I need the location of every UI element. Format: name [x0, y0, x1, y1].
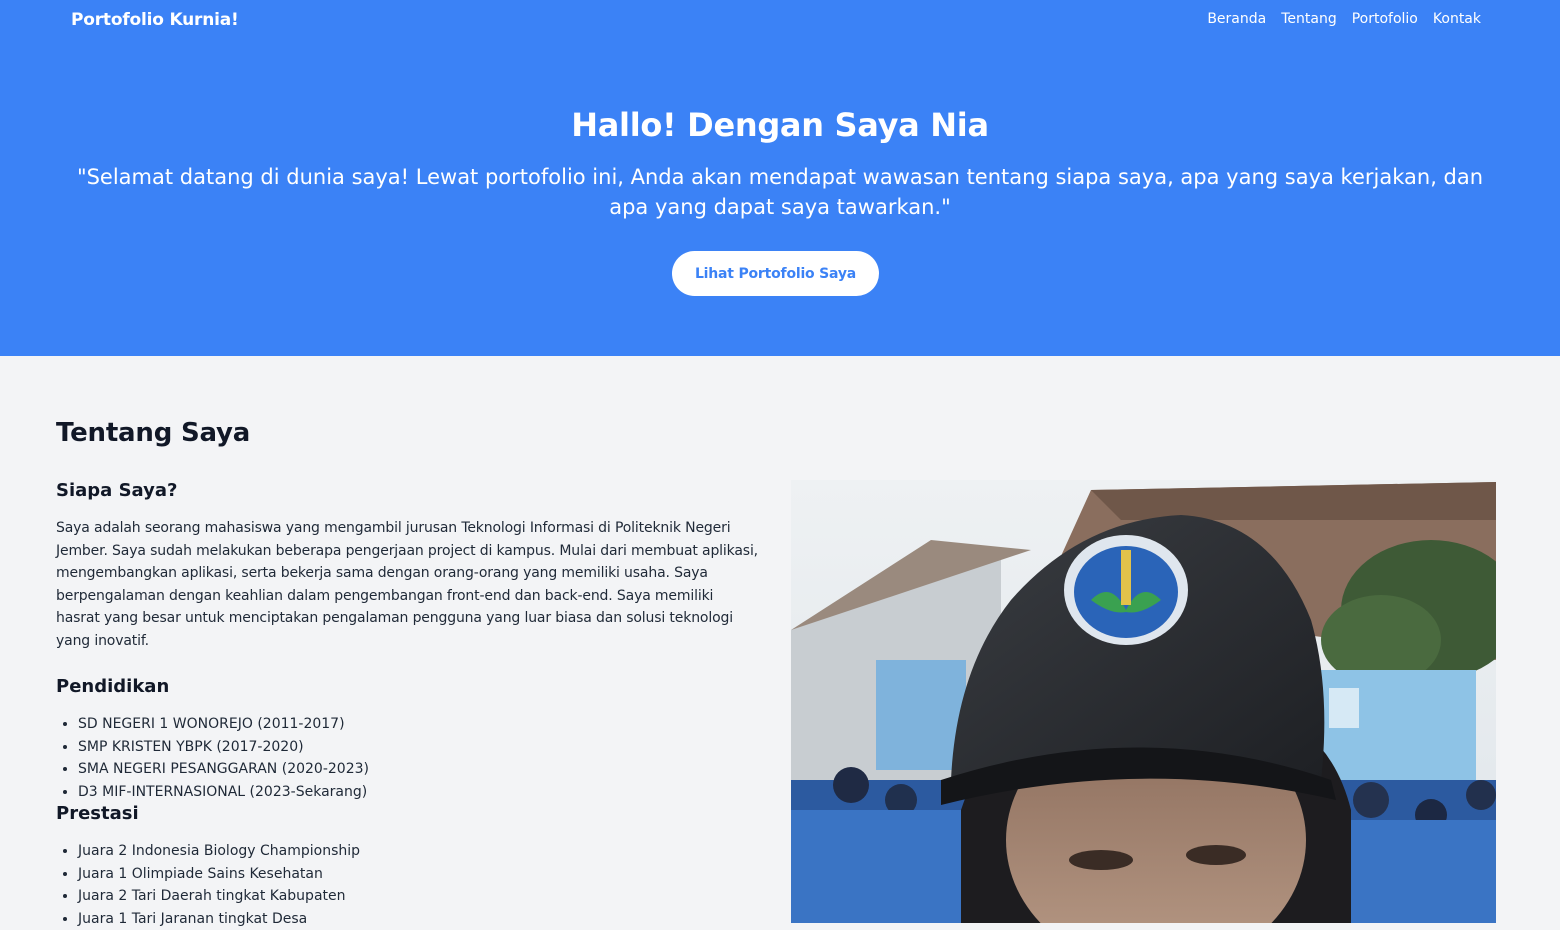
education-item: SD NEGERI 1 WONOREJO (2011-2017): [78, 713, 766, 736]
achievement-item: Juara 1 Olimpiade Sains Kesehatan: [78, 863, 766, 886]
hero-section: Portofolio Kurnia! Beranda Tentang Porto…: [0, 0, 1560, 356]
nav-link-kontak[interactable]: Kontak: [1433, 11, 1481, 27]
bio-text: Saya adalah seorang mahasiswa yang menga…: [56, 517, 761, 652]
view-portfolio-button[interactable]: Lihat Portofolio Saya: [672, 251, 879, 296]
hero-subtitle: "Selamat datang di dunia saya! Lewat por…: [70, 162, 1490, 222]
about-content: Siapa Saya? Saya adalah seorang mahasisw…: [56, 480, 766, 930]
education-item: SMP KRISTEN YBPK (2017-2020): [78, 736, 766, 759]
profile-photo: [791, 480, 1496, 923]
education-item: D3 MIF-INTERNASIONAL (2023-Sekarang): [78, 781, 766, 804]
hero-title: Hallo! Dengan Saya Nia: [0, 106, 1560, 144]
nav-link-tentang[interactable]: Tentang: [1281, 11, 1337, 27]
achievements-list: Juara 2 Indonesia Biology Championship J…: [56, 840, 766, 930]
nav-link-portofolio[interactable]: Portofolio: [1352, 11, 1418, 27]
achievement-item: Juara 2 Tari Daerah tingkat Kabupaten: [78, 885, 766, 908]
about-section: Tentang Saya Siapa Saya? Saya adalah seo…: [0, 356, 1560, 923]
who-heading: Siapa Saya?: [56, 480, 766, 501]
navbar: Portofolio Kurnia! Beranda Tentang Porto…: [0, 0, 1560, 42]
achievement-item: Juara 1 Tari Jaranan tingkat Desa: [78, 908, 766, 930]
education-heading: Pendidikan: [56, 676, 766, 697]
nav-link-beranda[interactable]: Beranda: [1207, 11, 1266, 27]
about-title: Tentang Saya: [56, 418, 250, 448]
brand-logo[interactable]: Portofolio Kurnia!: [71, 10, 239, 30]
achievements-heading: Prestasi: [56, 803, 766, 824]
achievement-item: Juara 2 Indonesia Biology Championship: [78, 840, 766, 863]
education-item: SMA NEGERI PESANGGARAN (2020-2023): [78, 758, 766, 781]
nav-links: Beranda Tentang Portofolio Kontak: [1207, 11, 1481, 27]
education-list: SD NEGERI 1 WONOREJO (2011-2017) SMP KRI…: [56, 713, 766, 803]
